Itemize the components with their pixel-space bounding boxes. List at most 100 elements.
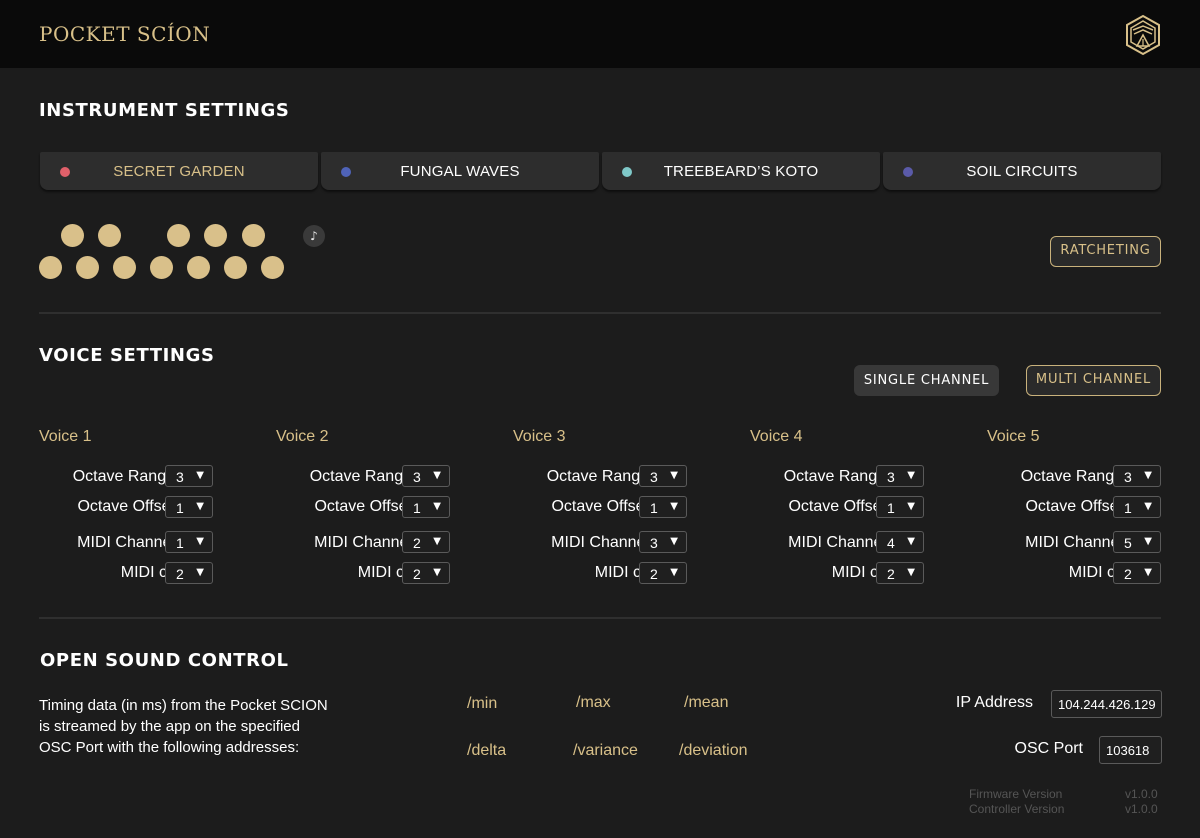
midi-cc-select[interactable]: 2 ▼ [165,562,213,584]
octave-offset-label: Octave Offset [77,498,175,515]
octave-range-label: Octave Range [546,468,649,485]
select-value: 1 [176,500,184,516]
dropdown-arrow-icon: ▼ [670,470,678,481]
voice-column-2: Voice 2 Octave Range 3 ▼ Octave Offset 1 ▼… [276,428,476,588]
midi-cc-select[interactable]: 2 ▼ [1113,562,1161,584]
octave-offset-select[interactable]: 1 ▼ [165,496,213,518]
ip-address-input[interactable]: 104.244.426.129 [1051,690,1162,718]
select-value: 1 [887,500,895,516]
white-key-button[interactable] [113,256,136,279]
white-key-button[interactable] [261,256,284,279]
osc-address-deviation: /deviation [679,742,748,759]
dropdown-arrow-icon: ▼ [907,536,915,547]
white-key-button[interactable] [224,256,247,279]
select-value: 5 [1124,535,1132,551]
midi-cc-select[interactable]: 2 ▼ [639,562,687,584]
multi-channel-button[interactable]: MULTI CHANNEL [1026,365,1161,396]
octave-offset-select[interactable]: 1 ▼ [639,496,687,518]
dropdown-arrow-icon: ▼ [670,567,678,578]
select-value: 2 [413,566,421,582]
preset-tab-fungal-waves[interactable]: FUNGAL WAVES [321,152,599,190]
dropdown-arrow-icon: ▼ [433,470,441,481]
white-key-button[interactable] [150,256,173,279]
midi-channel-select[interactable]: 3 ▼ [639,531,687,553]
white-key-button[interactable] [76,256,99,279]
controller-version-value: v1.0.0 [1125,802,1158,816]
octave-range-select[interactable]: 3 ▼ [639,465,687,487]
black-key-button[interactable] [167,224,190,247]
select-value: 3 [1124,469,1132,485]
osc-address-variance: /variance [573,742,638,759]
osc-address-max: /max [576,694,611,711]
voice-column-4: Voice 4 Octave Range 3 ▼ Octave Offset 1 ▼… [750,428,950,588]
octave-range-select[interactable]: 3 ▼ [165,465,213,487]
preset-label: FUNGAL WAVES [400,163,520,180]
octave-range-select[interactable]: 3 ▼ [876,465,924,487]
select-value: 3 [413,469,421,485]
dropdown-arrow-icon: ▼ [196,536,204,547]
octave-offset-select[interactable]: 1 ▼ [876,496,924,518]
preset-tab-treebeards-koto[interactable]: TREEBEARD’S KOTO [602,152,880,190]
voice-title: Voice 2 [276,428,329,445]
controller-version-label: Controller Version [969,802,1065,816]
octave-range-label: Octave Range [1020,468,1123,485]
black-key-button[interactable] [242,224,265,247]
select-value: 3 [887,469,895,485]
dropdown-arrow-icon: ▼ [196,470,204,481]
preset-label: TREEBEARD’S KOTO [663,163,819,180]
preset-tab-soil-circuits[interactable]: SOIL CIRCUITS [883,152,1161,190]
voice-title: Voice 5 [987,428,1040,445]
dropdown-arrow-icon: ▼ [433,536,441,547]
hexagon-temple-logo-icon[interactable] [1122,14,1164,56]
preset-tab-secret-garden[interactable]: SECRET GARDEN [40,152,318,190]
black-key-button[interactable] [61,224,84,247]
octave-range-select[interactable]: 3 ▼ [1113,465,1161,487]
midi-channel-label: MIDI Channel [77,534,175,551]
firmware-version-label: Firmware Version [969,787,1063,801]
octave-offset-select[interactable]: 1 ▼ [402,496,450,518]
white-key-button[interactable] [39,256,62,279]
white-key-button[interactable] [187,256,210,279]
octave-range-select[interactable]: 3 ▼ [402,465,450,487]
open-sound-control-title: OPEN SOUND CONTROL [40,650,289,671]
select-value: 1 [413,500,421,516]
octave-range-label: Octave Range [309,468,412,485]
dropdown-arrow-icon: ▼ [1144,470,1152,481]
top-bar: POCKET SCÍON [0,0,1200,68]
single-channel-button[interactable]: SINGLE CHANNEL [854,365,999,396]
select-value: 2 [650,566,658,582]
section-divider [39,617,1161,619]
midi-channel-select[interactable]: 5 ▼ [1113,531,1161,553]
black-key-button[interactable] [204,224,227,247]
midi-channel-select[interactable]: 2 ▼ [402,531,450,553]
select-value: 3 [650,535,658,551]
midi-channel-select[interactable]: 1 ▼ [165,531,213,553]
octave-offset-label: Octave Offset [551,498,649,515]
ratcheting-button[interactable]: RATCHETING [1050,236,1161,267]
midi-channel-select[interactable]: 4 ▼ [876,531,924,553]
section-divider [39,312,1161,314]
midi-channel-label: MIDI Channel [314,534,412,551]
voice-settings-title: VOICE SETTINGS [39,345,215,366]
voice-title: Voice 4 [750,428,803,445]
dropdown-arrow-icon: ▼ [907,501,915,512]
select-value: 1 [1124,500,1132,516]
osc-address-delta: /delta [467,742,507,759]
app-title: POCKET SCÍON [39,22,211,46]
dropdown-arrow-icon: ▼ [1144,567,1152,578]
midi-cc-select[interactable]: 2 ▼ [876,562,924,584]
voice-column-1: Voice 1 Octave Range 3 ▼ Octave Offset 1 ▼… [39,428,239,588]
octave-range-label: Octave Range [72,468,175,485]
dropdown-arrow-icon: ▼ [196,501,204,512]
black-key-button[interactable] [98,224,121,247]
osc-port-input[interactable]: 103618 [1099,736,1162,764]
osc-address-min: /min [467,695,498,712]
octave-offset-select[interactable]: 1 ▼ [1113,496,1161,518]
firmware-version-value: v1.0.0 [1125,787,1158,801]
music-note-icon[interactable]: ♪ [303,225,325,247]
midi-channel-label: MIDI Channel [1025,534,1123,551]
midi-cc-select[interactable]: 2 ▼ [402,562,450,584]
dropdown-arrow-icon: ▼ [433,501,441,512]
midi-channel-label: MIDI Channel [788,534,886,551]
preset-label: SOIL CIRCUITS [966,163,1078,180]
